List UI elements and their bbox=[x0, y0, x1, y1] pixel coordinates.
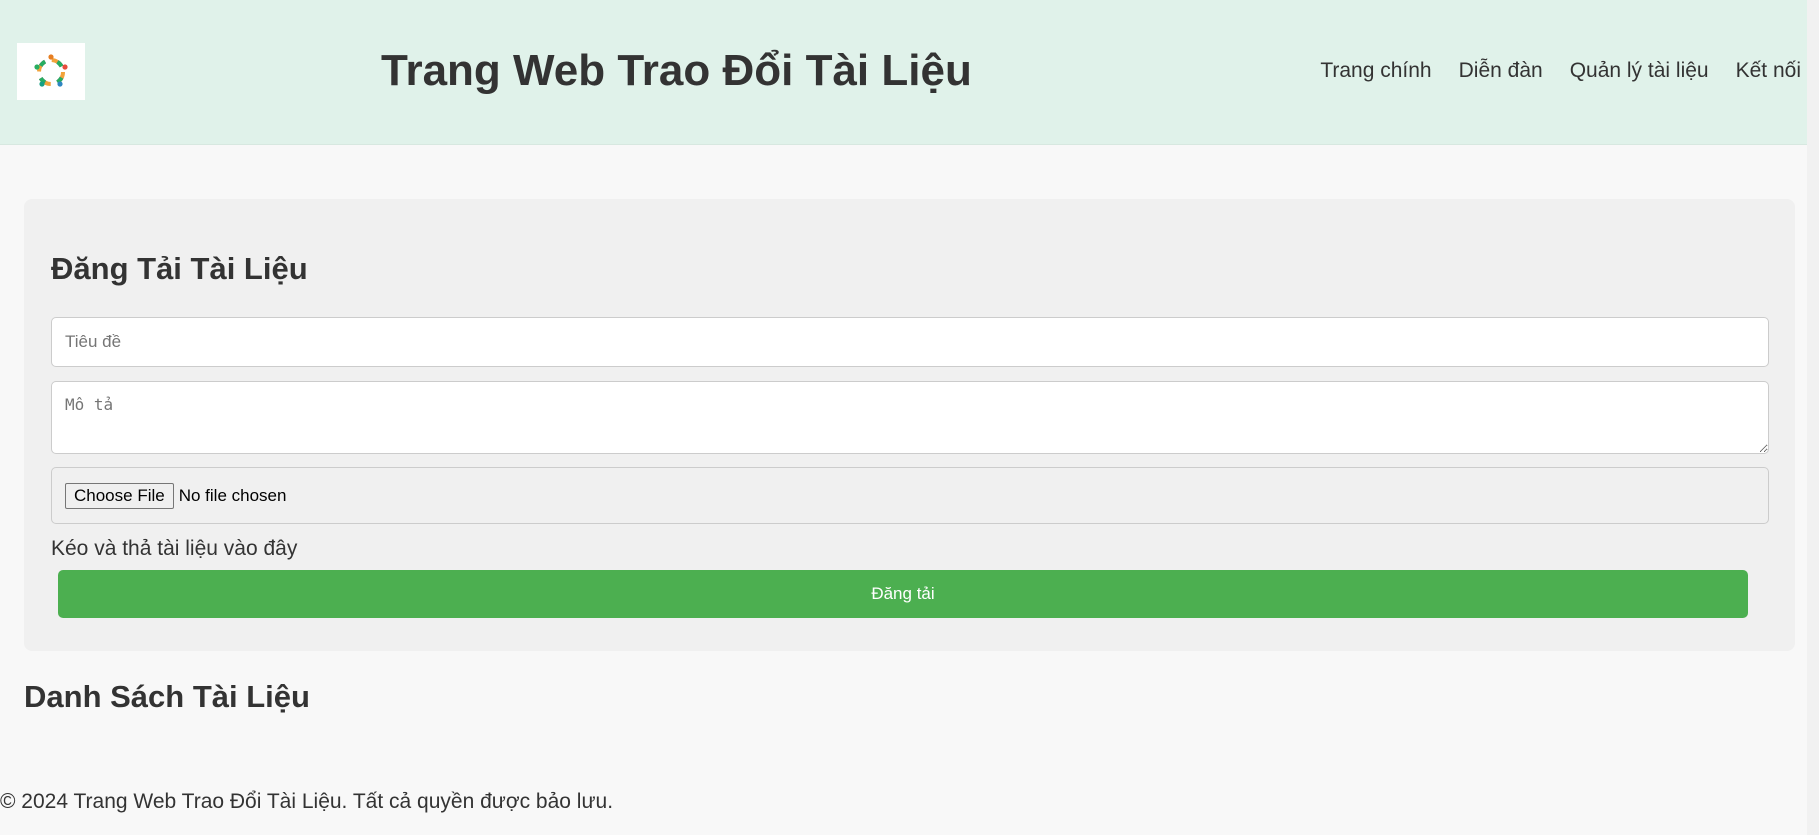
title-input[interactable] bbox=[51, 317, 1769, 367]
site-header: Trang Web Trao Đổi Tài Liệu Trang chính … bbox=[0, 0, 1819, 145]
choose-file-button[interactable]: Choose File bbox=[65, 482, 174, 509]
circular-people-logo-icon bbox=[34, 53, 68, 87]
upload-submit-button[interactable]: Đăng tải bbox=[58, 570, 1748, 618]
upload-heading: Đăng Tải Tài Liệu bbox=[51, 251, 308, 286]
description-textarea[interactable] bbox=[51, 381, 1769, 454]
nav-item-forum[interactable]: Diễn đàn bbox=[1459, 56, 1543, 86]
page-scrollbar[interactable] bbox=[1807, 0, 1819, 835]
page: Trang Web Trao Đổi Tài Liệu Trang chính … bbox=[0, 0, 1819, 835]
nav-item-home[interactable]: Trang chính bbox=[1320, 56, 1431, 86]
site-logo[interactable] bbox=[17, 43, 85, 100]
file-status-text: No file chosen bbox=[178, 485, 287, 505]
drop-hint-text: Kéo và thả tài liệu vào đây bbox=[51, 537, 298, 560]
site-footer: © 2024 Trang Web Trao Đổi Tài Liệu. Tất … bbox=[0, 790, 614, 813]
document-list-heading: Danh Sách Tài Liệu bbox=[24, 679, 310, 714]
main-nav: Trang chính Diễn đàn Quản lý tài liệu Kế… bbox=[1320, 56, 1801, 86]
upload-form-card: Đăng Tải Tài Liệu Choose File No file ch… bbox=[24, 199, 1795, 651]
site-title: Trang Web Trao Đổi Tài Liệu bbox=[381, 46, 972, 95]
nav-item-document-management[interactable]: Quản lý tài liệu bbox=[1570, 56, 1709, 86]
file-drop-zone[interactable]: Choose File No file chosen bbox=[51, 467, 1769, 524]
nav-item-connect[interactable]: Kết nối bbox=[1736, 56, 1801, 86]
